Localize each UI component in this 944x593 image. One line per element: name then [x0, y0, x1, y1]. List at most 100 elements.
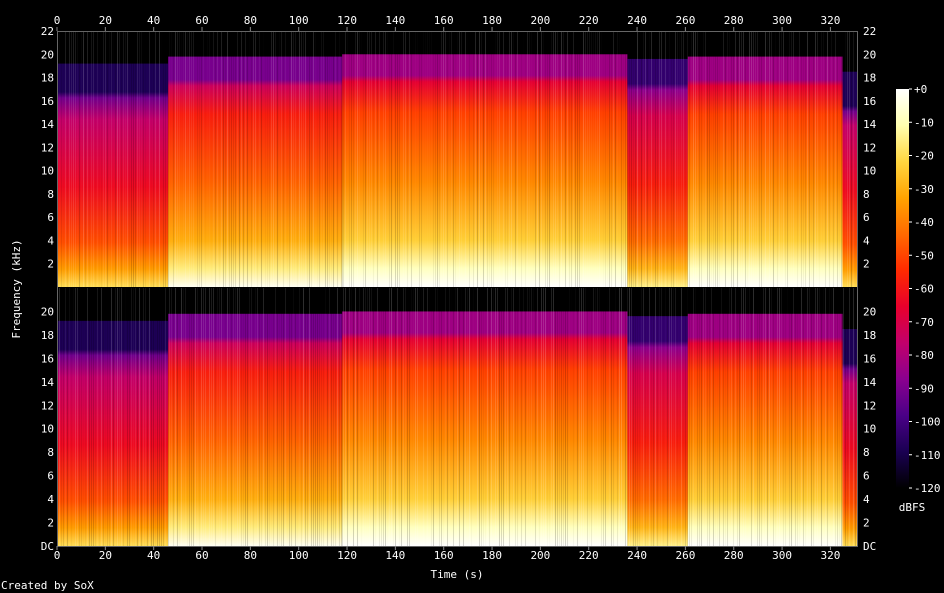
texture-streak: [479, 288, 480, 546]
y-tick-label: 18: [863, 72, 876, 85]
texture-streak: [807, 288, 808, 546]
texture-streak: [169, 288, 170, 546]
texture-streak: [603, 31, 604, 287]
texture-streak: [269, 31, 270, 287]
texture-streak: [675, 31, 676, 287]
texture-streak: [133, 31, 134, 287]
texture-streak: [565, 31, 566, 287]
texture-streak: [107, 31, 108, 287]
texture-streak: [625, 288, 626, 546]
texture-streak: [369, 31, 370, 287]
texture-streak: [205, 288, 206, 546]
footer-credit: Created by SoX: [1, 579, 94, 592]
texture-streak: [793, 288, 794, 546]
texture-streak: [415, 288, 416, 546]
texture-streak: [359, 31, 360, 287]
texture-streak: [733, 31, 734, 287]
texture-streak: [335, 31, 336, 287]
texture-streak: [677, 288, 678, 546]
texture-streak: [279, 288, 280, 546]
texture-streak: [787, 288, 788, 546]
texture-streak: [551, 288, 552, 546]
texture-streak: [517, 288, 518, 546]
texture-streak: [419, 31, 420, 287]
texture-streak: [187, 288, 188, 546]
texture-streak: [615, 31, 616, 287]
texture-streak: [811, 31, 812, 287]
texture-streak: [415, 31, 416, 287]
texture-streak: [709, 288, 710, 546]
texture-streak: [469, 288, 470, 546]
texture-streak: [853, 31, 854, 287]
texture-streak: [669, 288, 670, 546]
texture-streak: [253, 288, 254, 546]
texture-streak: [105, 288, 106, 546]
texture-streak: [363, 31, 364, 287]
y-tick-label: 6: [47, 470, 54, 483]
texture-streak: [473, 31, 474, 287]
y-tick-label: 10: [41, 423, 54, 436]
texture-streak: [239, 31, 240, 287]
texture-streak: [435, 31, 436, 287]
texture-streak: [147, 288, 148, 546]
texture-streak: [487, 288, 488, 546]
texture-streak: [619, 31, 620, 287]
texture-streak: [191, 31, 192, 287]
texture-streak: [531, 288, 532, 546]
texture-streak: [293, 288, 294, 546]
x-tick-label: 220: [579, 549, 599, 562]
texture-streak: [563, 31, 564, 287]
texture-streak: [355, 31, 356, 287]
texture-streak: [723, 288, 724, 546]
texture-streak: [629, 31, 630, 287]
texture-streak: [695, 31, 696, 287]
texture-streak: [701, 288, 702, 546]
texture-streak: [83, 31, 84, 287]
texture-streak: [773, 288, 774, 546]
texture-streak: [193, 31, 194, 287]
texture-streak: [521, 288, 522, 546]
texture-streak: [511, 31, 512, 287]
texture-streak: [737, 288, 738, 546]
x-tick-label: 300: [772, 14, 792, 27]
texture-streak: [405, 31, 406, 287]
texture-streak: [533, 288, 534, 546]
texture-streak: [557, 31, 558, 287]
texture-streak: [821, 31, 822, 287]
texture-streak: [217, 288, 218, 546]
texture-streak: [157, 288, 158, 546]
texture-streak: [97, 31, 98, 287]
texture-streak: [561, 31, 562, 287]
texture-streak: [831, 288, 832, 546]
texture-streak: [265, 31, 266, 287]
texture-streak: [141, 288, 142, 546]
texture-streak: [77, 31, 78, 287]
texture-streak: [143, 31, 144, 287]
texture-streak: [373, 31, 374, 287]
spectrogram-segment: [342, 54, 628, 287]
texture-streak: [667, 288, 668, 546]
texture-streak: [811, 288, 812, 546]
texture-streak: [335, 288, 336, 546]
texture-streak: [285, 31, 286, 287]
texture-streak: [219, 31, 220, 287]
texture-streak: [601, 288, 602, 546]
texture-streak: [193, 288, 194, 546]
texture-streak: [423, 288, 424, 546]
y-tick-label: 2: [863, 258, 870, 271]
texture-streak: [739, 288, 740, 546]
texture-streak: [427, 288, 428, 546]
texture-streak: [575, 288, 576, 546]
texture-streak: [683, 31, 684, 287]
texture-streak: [325, 288, 326, 546]
y-tick-label: 2: [47, 258, 54, 271]
texture-streak: [713, 31, 714, 287]
texture-streak: [609, 288, 610, 546]
texture-streak: [543, 31, 544, 287]
y-tick-label: 2: [863, 517, 870, 530]
texture-streak: [779, 288, 780, 546]
texture-streak: [383, 288, 384, 546]
texture-streak: [845, 288, 846, 546]
texture-streak: [471, 288, 472, 546]
texture-streak: [459, 288, 460, 546]
